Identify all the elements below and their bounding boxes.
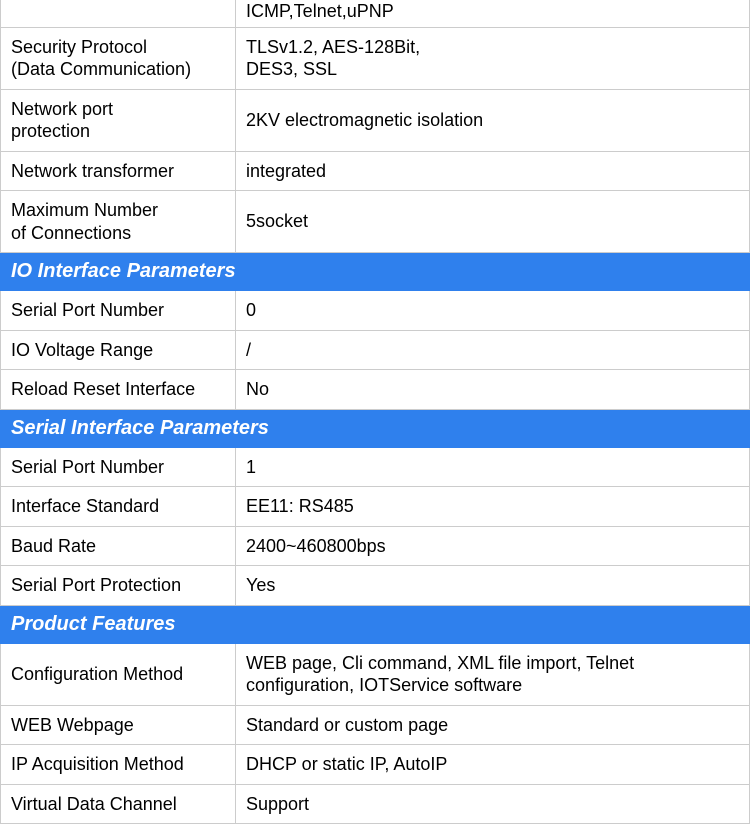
table-row: IO Voltage Range/	[1, 330, 750, 370]
table-row: Serial Port ProtectionYes	[1, 566, 750, 606]
spec-value: 0	[236, 291, 750, 331]
spec-value: WEB page, Cli command, XML file import, …	[236, 643, 750, 705]
spec-value: TLSv1.2, AES-128Bit, DES3, SSL	[236, 27, 750, 89]
spec-label: Serial Port Number	[1, 291, 236, 331]
spec-value: 2KV electromagnetic isolation	[236, 89, 750, 151]
spec-label: IO Voltage Range	[1, 330, 236, 370]
table-row: Serial Port Number0	[1, 291, 750, 331]
table-row: Interface StandardEE11: RS485	[1, 487, 750, 527]
section-header: IO Interface Parameters	[1, 253, 750, 291]
table-row: Reload Reset InterfaceNo	[1, 370, 750, 410]
spec-label: Serial Port Protection	[1, 566, 236, 606]
spec-label: Serial Port Number	[1, 447, 236, 487]
table-row: Baud Rate2400~460800bps	[1, 526, 750, 566]
table-row: Virtual Data ChannelSupport	[1, 784, 750, 824]
spec-value: ICMP,Telnet,uPNP	[236, 0, 750, 27]
spec-value: Yes	[236, 566, 750, 606]
section-title: Product Features	[1, 605, 750, 643]
spec-label: Network transformer	[1, 151, 236, 191]
spec-value: EE11: RS485	[236, 487, 750, 527]
spec-label: Reload Reset Interface	[1, 370, 236, 410]
spec-table: ICMP,Telnet,uPNP Security Protocol (Data…	[0, 0, 750, 824]
section-title: Serial Interface Parameters	[1, 409, 750, 447]
table-row: Network port protection2KV electromagnet…	[1, 89, 750, 151]
spec-value: 2400~460800bps	[236, 526, 750, 566]
table-row: ICMP,Telnet,uPNP	[1, 0, 750, 27]
table-row: Network transformerintegrated	[1, 151, 750, 191]
section-title: IO Interface Parameters	[1, 253, 750, 291]
table-row: Serial Port Number1	[1, 447, 750, 487]
table-row: Security Protocol (Data Communication)TL…	[1, 27, 750, 89]
section-header: Serial Interface Parameters	[1, 409, 750, 447]
spec-value: Support	[236, 784, 750, 824]
spec-value: Standard or custom page	[236, 705, 750, 745]
spec-label: Baud Rate	[1, 526, 236, 566]
spec-value: 1	[236, 447, 750, 487]
table-row: Configuration MethodWEB page, Cli comman…	[1, 643, 750, 705]
table-row: IP Acquisition MethodDHCP or static IP, …	[1, 745, 750, 785]
spec-label: Interface Standard	[1, 487, 236, 527]
spec-value: /	[236, 330, 750, 370]
spec-value: 5socket	[236, 191, 750, 253]
spec-label: IP Acquisition Method	[1, 745, 236, 785]
table-row: WEB WebpageStandard or custom page	[1, 705, 750, 745]
spec-label: Maximum Number of Connections	[1, 191, 236, 253]
spec-value: DHCP or static IP, AutoIP	[236, 745, 750, 785]
spec-label: WEB Webpage	[1, 705, 236, 745]
spec-label: Network port protection	[1, 89, 236, 151]
section-header: Product Features	[1, 605, 750, 643]
spec-label	[1, 0, 236, 27]
spec-label: Security Protocol (Data Communication)	[1, 27, 236, 89]
spec-label: Virtual Data Channel	[1, 784, 236, 824]
table-row: Maximum Number of Connections5socket	[1, 191, 750, 253]
spec-label: Configuration Method	[1, 643, 236, 705]
spec-value: integrated	[236, 151, 750, 191]
spec-value: No	[236, 370, 750, 410]
